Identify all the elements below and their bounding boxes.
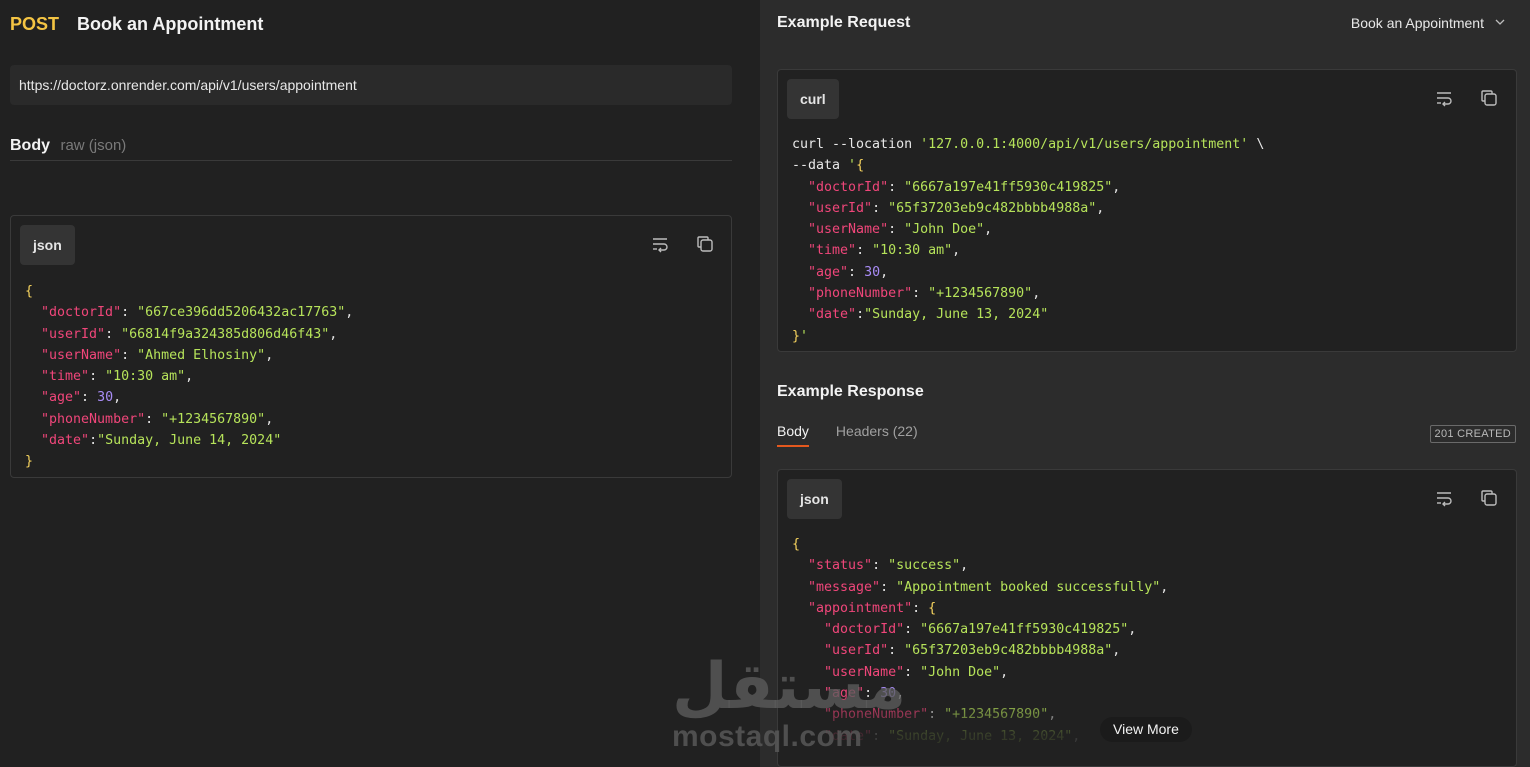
body-header: Body raw (json): [10, 137, 732, 161]
example-response-title: Example Response: [777, 383, 924, 400]
code-text: { "status": "success", "message": "Appoi…: [792, 537, 1169, 744]
language-chip: json: [20, 225, 75, 265]
examples-panel: Example Request Book an Appointment curl…: [760, 0, 1530, 767]
request-panel: POST Book an Appointment https://doctorz…: [0, 0, 760, 767]
example-selector[interactable]: Book an Appointment: [1351, 15, 1506, 31]
tab-headers[interactable]: Headers (22): [836, 423, 918, 447]
response-tabs: Body Headers (22): [777, 423, 918, 447]
copy-icon[interactable]: [695, 234, 715, 254]
example-selector-label: Book an Appointment: [1350, 15, 1484, 31]
status-badge: 201 CREATED: [1429, 425, 1516, 443]
request-body-code: json { "doctorId": "667ce396dd5206432ac1…: [10, 215, 732, 478]
language-chip: curl: [787, 79, 839, 119]
tab-body[interactable]: Body: [777, 423, 809, 447]
body-type: raw (json): [60, 137, 127, 154]
view-more-button[interactable]: View More: [1100, 717, 1192, 742]
code-text: { "doctorId": "667ce396dd5206432ac17763"…: [25, 284, 354, 470]
request-title: Book an Appointment: [77, 13, 264, 34]
body-label: Body: [10, 137, 50, 154]
copy-icon[interactable]: [1479, 488, 1499, 508]
wrap-icon[interactable]: [1434, 488, 1454, 508]
chevron-down-icon: [1494, 15, 1506, 31]
code-text: curl --location '127.0.0.1:4000/api/v1/u…: [792, 137, 1265, 344]
url-field[interactable]: https://doctorz.onrender.com/api/v1/user…: [10, 65, 732, 105]
wrap-icon[interactable]: [650, 234, 670, 254]
example-request-code: curl curl --location '127.0.0.1:4000/api…: [777, 69, 1517, 352]
request-header: POST Book an Appointment: [10, 12, 263, 36]
wrap-icon[interactable]: [1434, 88, 1454, 108]
example-request-title: Example Request: [777, 14, 911, 31]
copy-icon[interactable]: [1479, 88, 1499, 108]
language-chip: json: [787, 479, 842, 519]
http-method: POST: [10, 13, 60, 34]
